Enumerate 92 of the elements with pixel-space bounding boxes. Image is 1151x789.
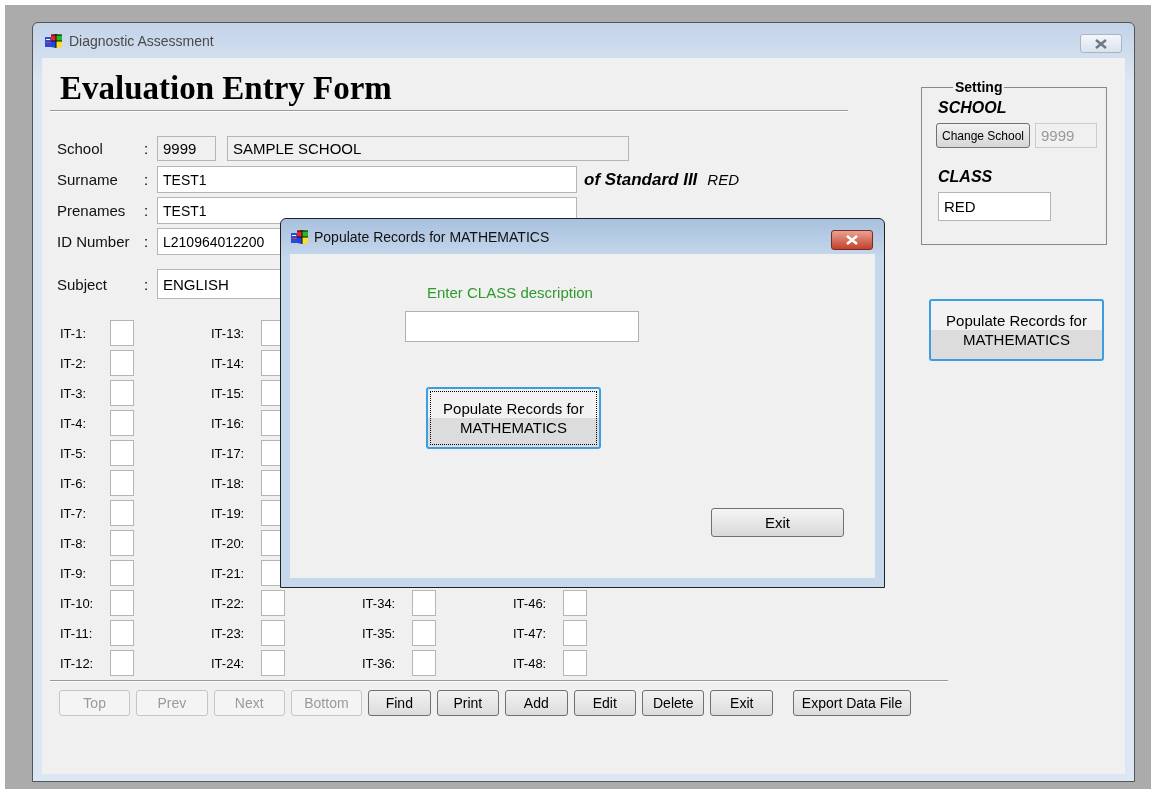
item-label: IT-36: xyxy=(362,655,397,671)
field-label: Prenames xyxy=(57,202,127,219)
colon: : xyxy=(144,233,150,250)
item-label: IT-1: xyxy=(60,325,87,341)
item-field[interactable] xyxy=(110,440,134,466)
item-label: IT-47: xyxy=(513,625,548,641)
item-label: IT-21: xyxy=(211,565,246,581)
item-label: IT-19: xyxy=(211,505,246,521)
change-school-button[interactable]: Change School xyxy=(936,123,1030,148)
field-label: Subject xyxy=(57,275,109,293)
toolbar-button[interactable]: Exit xyxy=(710,690,773,716)
item-field[interactable] xyxy=(110,590,134,616)
item-field[interactable] xyxy=(110,410,134,436)
item-label: IT-9: xyxy=(60,565,87,581)
field-label: School xyxy=(57,140,104,157)
item-label: IT-16: xyxy=(211,415,246,431)
class-field[interactable]: RED xyxy=(938,192,1051,221)
school-heading: SCHOOL xyxy=(938,99,1008,118)
item-label: IT-14: xyxy=(211,355,246,371)
colon: : xyxy=(144,140,150,157)
item-field[interactable] xyxy=(110,350,134,376)
item-label: IT-3: xyxy=(60,385,87,401)
populate-button[interactable]: Populate Records for MATHEMATICS xyxy=(426,387,601,449)
item-label: IT-24: xyxy=(211,655,246,671)
toolbar-button[interactable]: Print xyxy=(436,690,500,716)
school-code-field[interactable]: 9999 xyxy=(157,136,216,161)
item-label: IT-4: xyxy=(60,415,87,431)
item-label: IT-35: xyxy=(362,625,397,641)
colon: : xyxy=(144,275,150,293)
item-field[interactable] xyxy=(261,650,285,676)
prompt-label: Enter CLASS description xyxy=(427,284,593,301)
export-button[interactable]: Export Data File xyxy=(792,690,912,716)
item-field[interactable] xyxy=(412,650,436,676)
item-label: IT-7: xyxy=(60,505,87,521)
item-label: IT-12: xyxy=(60,655,95,671)
item-label: IT-2: xyxy=(60,355,87,371)
item-field[interactable] xyxy=(563,590,587,616)
item-label: IT-10: xyxy=(60,595,95,611)
exit-button[interactable]: Exit xyxy=(711,508,844,537)
item-label: IT-17: xyxy=(211,445,246,461)
item-label: IT-5: xyxy=(60,445,87,461)
item-field[interactable] xyxy=(110,650,134,676)
standard-label: of Standard III xyxy=(584,169,698,190)
toolbar-button[interactable]: Edit xyxy=(573,690,636,716)
item-field[interactable] xyxy=(110,560,134,586)
app-icon xyxy=(45,32,63,49)
close-icon xyxy=(845,235,859,245)
close-button[interactable] xyxy=(1080,34,1122,53)
item-field[interactable] xyxy=(261,590,285,616)
item-label: IT-6: xyxy=(60,475,87,491)
school-name-field[interactable]: SAMPLE SCHOOL xyxy=(227,136,629,161)
item-label: IT-20: xyxy=(211,535,246,551)
close-icon xyxy=(1094,38,1108,49)
class-heading: CLASS xyxy=(938,168,994,187)
window-title: Diagnostic Assessment xyxy=(69,32,214,49)
item-field[interactable] xyxy=(110,380,134,406)
class-label: RED xyxy=(707,171,739,188)
item-label: IT-8: xyxy=(60,535,87,551)
item-field[interactable] xyxy=(110,620,134,646)
toolbar-button[interactable]: Add xyxy=(505,690,568,716)
item-label: IT-46: xyxy=(513,595,548,611)
field-label: Surname xyxy=(57,171,119,188)
item-field[interactable] xyxy=(110,470,134,496)
colon: : xyxy=(144,202,150,219)
item-label: IT-22: xyxy=(211,595,246,611)
item-label: IT-13: xyxy=(211,325,246,341)
field-label: ID Number xyxy=(57,233,131,250)
item-label: IT-34: xyxy=(362,595,397,611)
item-field[interactable] xyxy=(412,620,436,646)
item-label: IT-11: xyxy=(60,625,94,641)
item-label: IT-15: xyxy=(211,385,246,401)
populate-button[interactable]: Populate Records for MATHEMATICS xyxy=(929,299,1104,361)
toolbar-button[interactable]: Find xyxy=(368,690,431,716)
dialog-title: Populate Records for MATHEMATICS xyxy=(314,228,550,245)
item-field[interactable] xyxy=(563,650,587,676)
toolbar-button[interactable]: Delete xyxy=(642,690,705,716)
item-field[interactable] xyxy=(110,530,134,556)
item-field[interactable] xyxy=(110,320,134,346)
app-icon xyxy=(291,228,309,245)
close-button[interactable] xyxy=(831,230,873,250)
item-label: IT-48: xyxy=(513,655,548,671)
item-field[interactable] xyxy=(261,620,285,646)
item-field[interactable] xyxy=(110,500,134,526)
item-label: IT-18: xyxy=(211,475,246,491)
form-heading: Evaluation Entry Form xyxy=(60,69,393,108)
colon: : xyxy=(144,171,150,188)
group-title: Setting xyxy=(954,79,1004,95)
item-field[interactable] xyxy=(563,620,587,646)
item-field[interactable] xyxy=(412,590,436,616)
class-description-field[interactable] xyxy=(405,311,639,342)
item-label: IT-23: xyxy=(211,625,246,641)
surname-field[interactable]: TEST1 xyxy=(157,166,577,193)
